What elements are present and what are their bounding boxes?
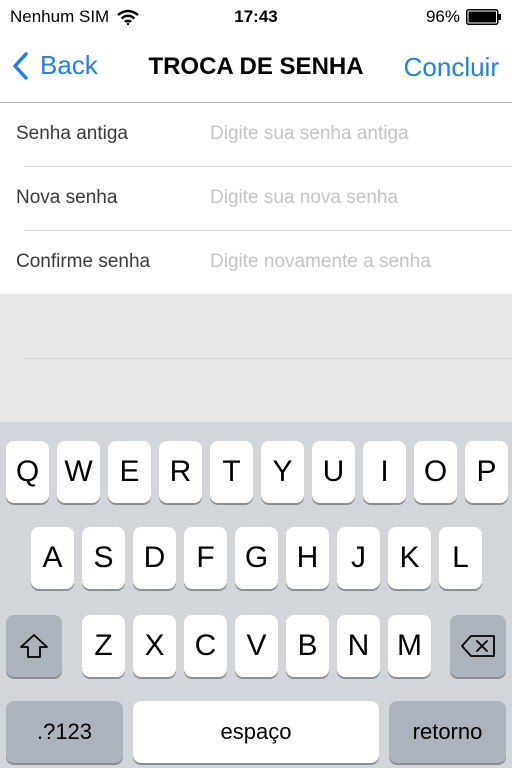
key-o[interactable]: O	[414, 441, 457, 503]
delete-key[interactable]	[450, 615, 506, 677]
done-button[interactable]: Concluir	[404, 52, 499, 83]
navigation-bar: Back TROCA DE SENHA Concluir	[0, 36, 512, 103]
key-f[interactable]: F	[184, 527, 227, 589]
key-v[interactable]: V	[235, 615, 278, 677]
chevron-left-icon	[13, 51, 28, 80]
empty-area	[0, 294, 512, 422]
new-password-label: Nova senha	[16, 187, 118, 208]
key-d[interactable]: D	[133, 527, 176, 589]
confirm-password-input[interactable]	[210, 243, 500, 281]
key-s[interactable]: S	[82, 527, 125, 589]
shift-icon	[20, 634, 48, 658]
key-g[interactable]: G	[235, 527, 278, 589]
key-y[interactable]: Y	[261, 441, 304, 503]
battery-icon	[466, 9, 501, 25]
key-c[interactable]: C	[184, 615, 227, 677]
key-b[interactable]: B	[286, 615, 329, 677]
status-right: 96%	[426, 7, 502, 27]
status-bar: Nenhum SIM 17:43 96%	[0, 0, 512, 36]
key-k[interactable]: K	[388, 527, 431, 589]
key-m[interactable]: M	[388, 615, 431, 677]
space-key[interactable]: espaço	[133, 701, 379, 763]
key-j[interactable]: J	[337, 527, 380, 589]
old-password-input[interactable]	[210, 115, 500, 153]
key-q[interactable]: Q	[6, 441, 49, 503]
form-row-new-password: Nova senha	[0, 167, 512, 231]
key-l[interactable]: L	[439, 527, 482, 589]
form-row-confirm-password: Confirme senha	[0, 231, 512, 295]
key-p[interactable]: P	[465, 441, 508, 503]
key-a[interactable]: A	[31, 527, 74, 589]
key-t[interactable]: T	[210, 441, 253, 503]
key-i[interactable]: I	[363, 441, 406, 503]
return-key[interactable]: retorno	[389, 701, 506, 763]
key-n[interactable]: N	[337, 615, 380, 677]
key-x[interactable]: X	[133, 615, 176, 677]
backspace-icon	[461, 635, 495, 657]
form-row-old-password: Senha antiga	[0, 103, 512, 167]
back-button[interactable]: Back	[12, 50, 98, 81]
password-form: Senha antiga Nova senha Confirme senha	[0, 103, 512, 294]
keyboard: Q W E R T Y U I O P A S D F G H J K L Z …	[0, 422, 512, 768]
key-u[interactable]: U	[312, 441, 355, 503]
back-label: Back	[40, 50, 98, 80]
key-e[interactable]: E	[108, 441, 151, 503]
key-h[interactable]: H	[286, 527, 329, 589]
numbers-key[interactable]: .?123	[6, 701, 123, 763]
key-r[interactable]: R	[159, 441, 202, 503]
new-password-input[interactable]	[210, 179, 500, 217]
confirm-password-label: Confirme senha	[16, 251, 151, 272]
old-password-label: Senha antiga	[16, 123, 128, 144]
battery-percent: 96%	[425, 7, 460, 26]
key-z[interactable]: Z	[82, 615, 125, 677]
row-divider	[24, 358, 512, 359]
shift-key[interactable]	[6, 615, 62, 677]
key-w[interactable]: W	[57, 441, 100, 503]
